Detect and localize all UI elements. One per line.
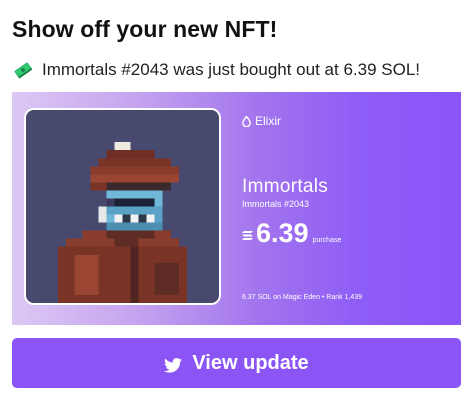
price-label: purchase	[312, 237, 342, 244]
price-row: 6.39 purchase	[242, 218, 341, 249]
solana-icon	[242, 228, 253, 240]
page-title: Show off your new NFT!	[12, 16, 278, 42]
money-stack-icon	[12, 61, 34, 79]
listing-meta: 6.37 SOL on Magic Eden • Rank 1,439	[242, 294, 363, 301]
nft-id: Immortals #2043	[242, 199, 310, 209]
collection-name: Immortals	[242, 176, 329, 197]
purchase-summary: Immortals #2043 was just bought out at 6…	[12, 60, 420, 80]
elixir-brand: Elixir	[242, 114, 281, 128]
purchase-summary-text: Immortals #2043 was just bought out at 6…	[42, 60, 420, 79]
price-value: 6.39	[256, 218, 309, 248]
elixir-brand-label: Elixir	[255, 114, 281, 128]
twitter-bird-icon	[164, 356, 183, 373]
view-update-label: View update	[192, 351, 309, 374]
share-nft-panel: Show off your new NFT! Immortals #2043 w…	[0, 0, 476, 404]
nft-artwork	[24, 108, 221, 305]
elixir-drop-icon	[242, 114, 251, 127]
view-update-button[interactable]: View update	[12, 338, 461, 388]
nft-card: Elixir Immortals Immortals #2043 6.39 pu…	[12, 92, 461, 325]
